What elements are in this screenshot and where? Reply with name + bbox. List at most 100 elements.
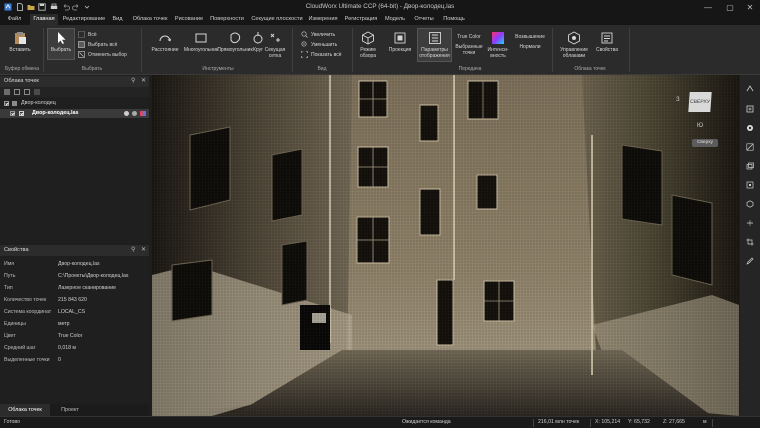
circle-button[interactable]: Круг bbox=[251, 31, 265, 54]
overview-label: Режим обзора bbox=[359, 47, 377, 59]
crop-icon[interactable] bbox=[746, 238, 754, 246]
status-divider bbox=[590, 419, 591, 427]
title-bar: CloudWorx Ultimate CCP (64-bit) - Двор-к… bbox=[0, 0, 760, 14]
display-params-button[interactable]: Параметры отображения bbox=[417, 28, 452, 62]
view-preset-button[interactable]: Сверху bbox=[692, 139, 718, 147]
intensity-label: Интенси-вность bbox=[487, 47, 509, 59]
add-cloud-icon[interactable] bbox=[4, 89, 10, 95]
overview-mode-button[interactable]: Режим обзора bbox=[356, 31, 380, 59]
load-checkbox[interactable] bbox=[19, 111, 24, 116]
layers-icon[interactable] bbox=[746, 162, 754, 170]
status-point-count: 216,01 млн точек bbox=[538, 419, 580, 425]
property-row: Цвет True Color bbox=[0, 330, 149, 342]
section-icon[interactable] bbox=[746, 219, 754, 227]
color-mode-icon[interactable] bbox=[140, 111, 146, 116]
view-cube[interactable]: СВЕРХУ З Ю bbox=[676, 89, 714, 129]
property-row: Единицы метр bbox=[0, 318, 149, 330]
measure-icon[interactable] bbox=[746, 143, 754, 151]
tab-file[interactable]: Файл bbox=[5, 14, 24, 25]
deselect-button[interactable]: Отменить выбор bbox=[78, 50, 127, 59]
minimize-button[interactable]: — bbox=[700, 1, 716, 13]
pin-icon[interactable]: ⚲ bbox=[131, 76, 135, 86]
settings-icon[interactable] bbox=[34, 89, 40, 95]
section-grid-label: Секущая сетка bbox=[264, 47, 286, 59]
zoom-in-icon bbox=[301, 31, 308, 38]
tab-view[interactable]: Вид bbox=[110, 14, 125, 25]
distance-button[interactable]: Расстояние bbox=[148, 31, 182, 54]
property-row: Путь C:\Проекты\Двор-колодец.las bbox=[0, 270, 149, 282]
status-divider bbox=[712, 419, 713, 427]
polygon-button[interactable]: Многоугольник bbox=[183, 31, 219, 54]
normals-button[interactable]: Нормали bbox=[515, 44, 545, 51]
property-row: Имя Двор-колодец.las bbox=[0, 258, 149, 270]
property-key: Единицы bbox=[4, 321, 26, 327]
tab-measurements[interactable]: Измерения bbox=[308, 14, 338, 25]
tab-home[interactable]: Главная bbox=[30, 14, 58, 25]
tab-model[interactable]: Модель bbox=[384, 14, 406, 25]
tab-project-panel[interactable]: Проект bbox=[52, 404, 88, 416]
close-button[interactable]: ✕ bbox=[742, 1, 758, 13]
tree-item-label: Двор-колодец.las bbox=[32, 110, 79, 116]
section-grid-button[interactable]: Секущая сетка bbox=[264, 31, 286, 59]
tab-reports[interactable]: Отчеты bbox=[412, 14, 436, 25]
elevation-button[interactable]: Возвышение bbox=[515, 34, 545, 41]
circle-label: Круг bbox=[253, 47, 263, 53]
tab-registration[interactable]: Регистрация bbox=[343, 14, 379, 25]
close-panel-icon[interactable]: ✕ bbox=[141, 245, 146, 255]
polygon-label: Многоугольник bbox=[183, 47, 219, 53]
cube-view-icon[interactable] bbox=[746, 200, 754, 208]
tab-point-clouds-panel[interactable]: Облака точек bbox=[0, 404, 50, 416]
property-value: LOCAL_CS bbox=[58, 309, 86, 315]
properties-button[interactable]: Свойства bbox=[594, 31, 620, 54]
tab-drawing[interactable]: Рисование bbox=[174, 14, 204, 25]
true-color-label: True Color bbox=[457, 34, 481, 40]
filter-icon[interactable] bbox=[24, 89, 30, 95]
annotate-icon[interactable] bbox=[746, 257, 754, 265]
view-cube-face[interactable]: СВЕРХУ bbox=[688, 92, 712, 112]
property-key: Количество точек bbox=[4, 297, 47, 303]
tab-section-planes[interactable]: Секущие плоскости bbox=[251, 14, 303, 25]
property-key: Цвет bbox=[4, 333, 16, 339]
3d-viewport[interactable]: СВЕРХУ З Ю Сверху bbox=[152, 75, 739, 416]
manage-clouds-button[interactable]: Управление облаками bbox=[558, 31, 590, 59]
select-button[interactable]: Выбрать bbox=[47, 28, 75, 60]
zoom-in-button[interactable]: Увеличить bbox=[301, 30, 335, 39]
clipboard-icon bbox=[13, 31, 27, 45]
ribbon-divider bbox=[629, 28, 630, 72]
refresh-icon[interactable] bbox=[14, 89, 20, 95]
lock-icon[interactable] bbox=[132, 111, 137, 116]
tree-item-project[interactable]: Двор-колодец bbox=[0, 99, 149, 108]
tab-point-clouds[interactable]: Облака точек bbox=[130, 14, 170, 25]
select-all-short-button[interactable]: Всё bbox=[78, 30, 97, 39]
target-icon[interactable] bbox=[746, 124, 754, 132]
close-panel-icon[interactable]: ✕ bbox=[141, 76, 146, 86]
tab-help[interactable]: Помощь bbox=[441, 14, 467, 25]
selected-points-button[interactable]: Выбранные точки bbox=[454, 44, 484, 56]
intensity-button[interactable]: Интенси-вность bbox=[485, 31, 511, 59]
tree-item-las-file[interactable]: Двор-колодец.las bbox=[0, 109, 149, 118]
clip-box-icon[interactable] bbox=[746, 181, 754, 189]
select-all-button[interactable]: Выбрать всё bbox=[78, 40, 117, 49]
show-all-button[interactable]: Показать всё bbox=[301, 50, 342, 59]
elevation-label: Возвышение bbox=[515, 34, 545, 40]
paste-button[interactable]: Вставить bbox=[6, 31, 34, 54]
orbit-icon[interactable] bbox=[746, 85, 754, 93]
status-ready: Готово bbox=[4, 419, 21, 425]
zoom-out-button[interactable]: Уменьшить bbox=[301, 40, 337, 49]
true-color-button[interactable]: True Color bbox=[454, 34, 484, 41]
visibility-checkbox[interactable] bbox=[10, 111, 15, 116]
projection-button[interactable]: Проекция bbox=[387, 31, 413, 54]
status-divider bbox=[533, 419, 534, 427]
rectangle-button[interactable]: Прямоугольник bbox=[217, 31, 253, 54]
ribbon-divider bbox=[292, 28, 293, 72]
tab-surfaces[interactable]: Поверхности bbox=[209, 14, 245, 25]
tab-edit[interactable]: Редактирование bbox=[62, 14, 106, 25]
maximize-button[interactable]: ▢ bbox=[722, 1, 738, 13]
visibility-checkbox[interactable] bbox=[4, 101, 9, 106]
projection-label: Проекция bbox=[388, 47, 412, 53]
eye-icon[interactable] bbox=[124, 111, 129, 116]
pan-icon[interactable] bbox=[746, 105, 754, 113]
pin-icon[interactable]: ⚲ bbox=[131, 245, 135, 255]
zoom-in-label: Увеличить bbox=[311, 31, 336, 38]
ribbon-divider bbox=[43, 28, 44, 72]
